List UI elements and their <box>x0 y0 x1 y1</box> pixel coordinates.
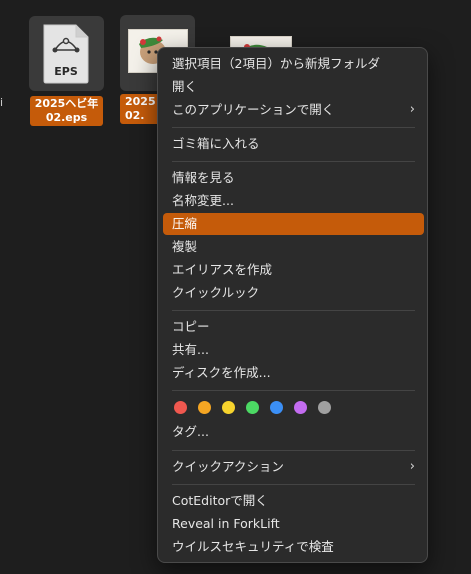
context-menu: 選択項目（2項目）から新規フォルダ 開く このアプリケーションで開く › ゴミ箱… <box>157 47 428 563</box>
menu-item-virus-scan[interactable]: ウイルスセキュリティで検査 <box>163 536 424 558</box>
menu-item-new-folder-with-selection[interactable]: 選択項目（2項目）から新規フォルダ <box>163 53 424 75</box>
file-name-line-2: 02. <box>125 109 145 122</box>
menu-item-duplicate[interactable]: 複製 <box>163 236 424 258</box>
eps-badge-text: EPS <box>54 65 78 78</box>
menu-item-label: ウイルスセキュリティで検査 <box>172 539 334 554</box>
menu-item-label: 共有... <box>172 342 209 357</box>
chevron-right-icon: › <box>409 459 415 474</box>
menu-separator <box>172 310 415 311</box>
menu-item-burn-disc[interactable]: ディスクを作成... <box>163 362 424 384</box>
menu-item-label: 選択項目（2項目）から新規フォルダ <box>172 56 380 71</box>
eps-document-icon: EPS <box>41 23 91 85</box>
menu-separator <box>172 484 415 485</box>
menu-item-make-alias[interactable]: エイリアスを作成 <box>163 259 424 281</box>
menu-item-label: 複製 <box>172 239 198 254</box>
menu-item-compress[interactable]: 圧縮 <box>163 213 424 235</box>
file-name-label: 2025ヘビ年 02.eps <box>30 96 103 126</box>
menu-item-label: タグ... <box>172 424 209 439</box>
menu-item-label: 開く <box>172 79 198 94</box>
menu-item-reveal-in-forklift[interactable]: Reveal in ForkLift <box>163 513 424 535</box>
tag-orange-dot[interactable] <box>198 401 211 414</box>
chevron-right-icon: › <box>409 102 415 117</box>
file-item-eps[interactable]: EPS 2025ヘビ年 02.eps <box>29 16 104 126</box>
menu-item-get-info[interactable]: 情報を見る <box>163 167 424 189</box>
menu-item-label: 名称変更... <box>172 193 234 208</box>
menu-item-label: クイックアクション <box>172 459 284 474</box>
menu-separator <box>172 161 415 162</box>
menu-item-label: 情報を見る <box>172 170 235 185</box>
menu-item-quick-actions[interactable]: クイックアクション › <box>163 456 424 478</box>
menu-separator <box>172 450 415 451</box>
file-name-line-1: 2025 <box>125 95 156 108</box>
menu-item-label: ディスクを作成... <box>172 365 271 380</box>
menu-separator <box>172 127 415 128</box>
menu-item-quick-look[interactable]: クイックルック <box>163 282 424 304</box>
tag-purple-dot[interactable] <box>294 401 307 414</box>
file-name-line-2: 02.eps <box>45 111 88 124</box>
tag-green-dot[interactable] <box>246 401 259 414</box>
menu-item-label: エイリアスを作成 <box>172 262 273 277</box>
menu-item-copy[interactable]: コピー <box>163 316 424 338</box>
menu-item-label: クイックルック <box>172 285 260 300</box>
menu-item-tags[interactable]: タグ... <box>163 421 424 443</box>
menu-item-label: CotEditorで開く <box>172 493 268 508</box>
menu-item-label: このアプリケーションで開く <box>172 102 335 117</box>
menu-item-open-with[interactable]: このアプリケーションで開く › <box>163 99 424 121</box>
file-name-line-1: 2025ヘビ年 <box>34 97 99 110</box>
finder-window: i EPS 2025ヘビ年 02.eps 2025 02. 選択項目（2項目）か… <box>0 0 471 574</box>
menu-item-open[interactable]: 開く <box>163 76 424 98</box>
menu-item-rename[interactable]: 名称変更... <box>163 190 424 212</box>
menu-separator <box>172 390 415 391</box>
tag-gray-dot[interactable] <box>318 401 331 414</box>
menu-item-open-in-coteditor[interactable]: CotEditorで開く <box>163 490 424 512</box>
menu-item-share[interactable]: 共有... <box>163 339 424 361</box>
menu-item-label: Reveal in ForkLift <box>172 516 280 531</box>
menu-item-label: 圧縮 <box>172 216 198 231</box>
tag-blue-dot[interactable] <box>270 401 283 414</box>
menu-item-label: コピー <box>172 319 210 334</box>
partial-filename-text: i <box>0 96 4 109</box>
tag-yellow-dot[interactable] <box>222 401 235 414</box>
tag-red-dot[interactable] <box>174 401 187 414</box>
menu-item-move-to-trash[interactable]: ゴミ箱に入れる <box>163 133 424 155</box>
menu-item-label: ゴミ箱に入れる <box>172 136 260 151</box>
